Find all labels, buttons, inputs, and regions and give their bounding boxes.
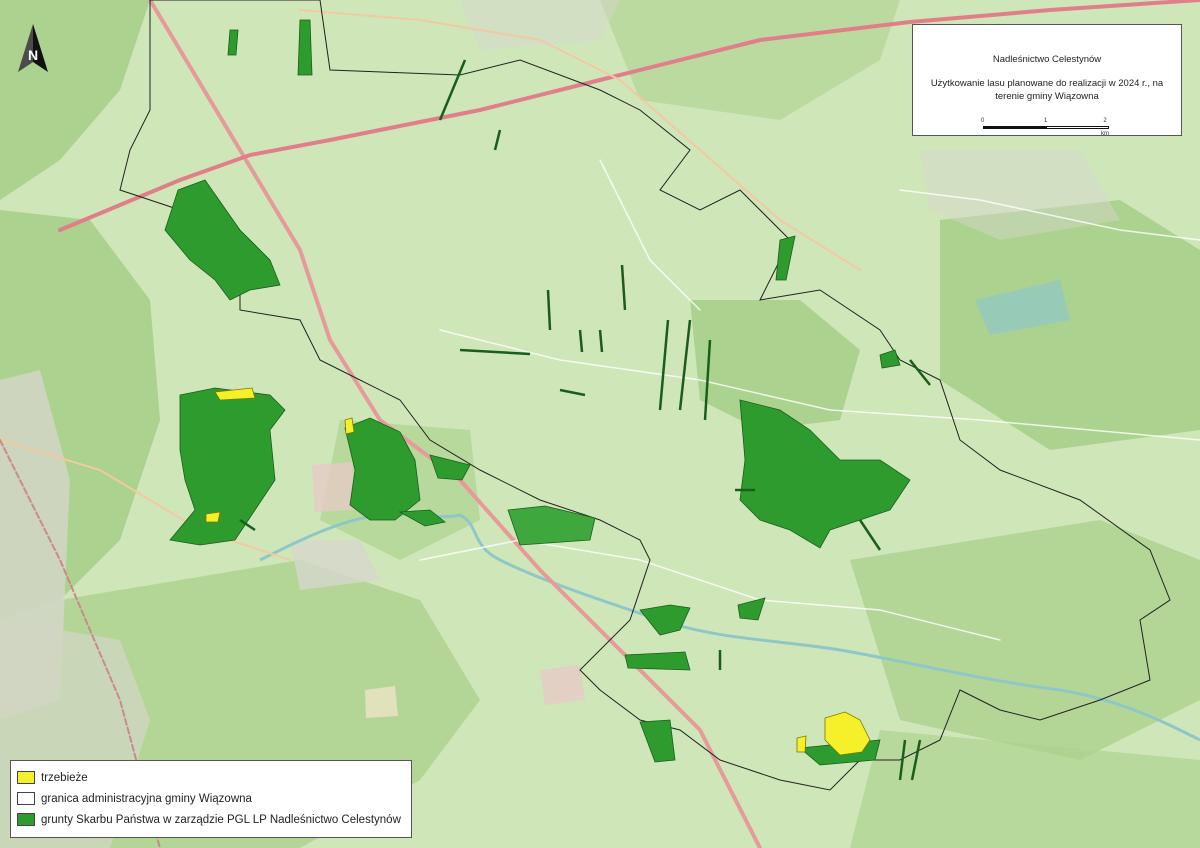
legend-label: trzebieże — [41, 771, 88, 784]
scale-bar-black — [983, 126, 1046, 129]
legend-swatch — [17, 771, 35, 784]
legend-swatch — [17, 792, 35, 805]
title-box: Nadleśnictwo Celestynów Użytkowanie lasu… — [912, 24, 1182, 137]
map-description: Użytkowanie lasu planowane do realizacji… — [930, 78, 1164, 102]
legend-label: grunty Skarbu Państwa w zarządzie PGL LP… — [41, 813, 401, 826]
legend-item-boundary: granica administracyjna gminy Wiązowna — [17, 788, 405, 809]
legend-item-thinning: trzebieże — [17, 767, 405, 788]
legend-swatch — [17, 813, 35, 826]
legend-item-state-forest: grunty Skarbu Państwa w zarządzie PGL LP… — [17, 809, 405, 830]
north-arrow-icon: N — [18, 24, 48, 72]
north-letter: N — [28, 47, 38, 63]
scale-bar: 0 1 2 km — [981, 116, 1109, 137]
legend-label: granica administracyjna gminy Wiązowna — [41, 792, 252, 805]
org-name: Nadleśnictwo Celestynów — [992, 54, 1102, 65]
scale-bar-white — [1046, 126, 1109, 129]
legend: trzebieże granica administracyjna gminy … — [10, 760, 412, 838]
